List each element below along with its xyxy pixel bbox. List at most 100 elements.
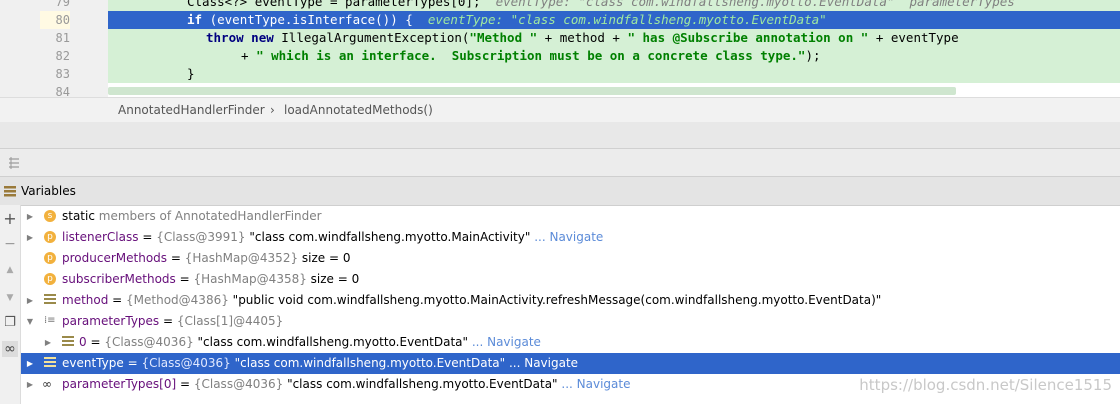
object-ref: {Class@3991} — [156, 230, 246, 244]
code-text: + eventType — [868, 30, 959, 45]
parameter-icon: p — [44, 273, 56, 285]
line-number: 84 — [55, 85, 70, 97]
breadcrumb-method[interactable]: loadAnnotatedMethods() — [284, 98, 433, 123]
line-number: 83 — [55, 67, 70, 81]
object-ref: {Class@4036} — [193, 377, 284, 391]
object-ref: {Class@4036} — [141, 356, 231, 370]
breadcrumb-class[interactable]: AnnotatedHandlerFinder — [118, 98, 265, 123]
code-text: Class<?> eventType = parameterTypes[0]; — [187, 0, 481, 9]
equals-sign: = — [176, 377, 194, 391]
expand-arrow-icon[interactable]: ▶ — [25, 374, 35, 395]
tree-row[interactable]: ▶ method = {Method@4386} "public void co… — [21, 290, 1120, 311]
code-line[interactable]: 81 throw new IllegalArgumentException("M… — [0, 29, 1120, 47]
watermark: https://blog.csdn.net/Silence1515 — [859, 376, 1112, 394]
copy-button[interactable]: ❐ — [2, 315, 18, 331]
code-editor[interactable]: 79 Class<?> eventType = parameterTypes[0… — [0, 0, 1120, 97]
breadcrumb-separator: › — [270, 103, 275, 117]
add-watch-button[interactable]: + — [2, 211, 18, 227]
remove-watch-button[interactable]: − — [2, 236, 18, 252]
variables-icon — [4, 186, 16, 197]
string-literal: " has @Subscribe annotation on " — [627, 30, 869, 45]
code-text: } — [187, 66, 195, 81]
equals-sign: = — [86, 335, 105, 349]
variable-name: parameterTypes[0] — [62, 377, 177, 391]
equals-sign: = — [167, 251, 185, 265]
variable-value: size = 0 — [306, 272, 360, 286]
panel-title: Variables — [21, 184, 76, 198]
navigate-link[interactable]: ... Navigate — [530, 230, 603, 244]
parameter-icon: p — [44, 252, 56, 264]
line-number: 80 — [40, 11, 70, 29]
equals-sign: = — [108, 293, 127, 307]
frames-icon[interactable] — [8, 157, 20, 169]
expand-arrow-icon[interactable]: ▶ — [25, 290, 35, 311]
equals-sign: = — [138, 230, 157, 244]
variable-name: parameterTypes — [62, 314, 160, 328]
variable-name: subscriberMethods — [62, 272, 176, 286]
object-ref: {Class[1]@4405} — [176, 314, 284, 328]
object-ref: {HashMap@4358} — [193, 272, 307, 286]
move-up-button[interactable]: ▲ — [2, 262, 18, 278]
line-number: 79 — [55, 0, 70, 9]
string-literal: "Method " — [469, 30, 538, 45]
field-icon — [44, 294, 56, 306]
variable-name: producerMethods — [62, 251, 168, 265]
object-ref: {HashMap@4352} — [184, 251, 299, 265]
tree-row-selected[interactable]: ▶ eventType = {Class@4036} "class com.wi… — [21, 353, 1120, 374]
variables-tree[interactable]: ▶ s static members of AnnotatedHandlerFi… — [21, 206, 1120, 404]
line-number: 82 — [55, 49, 70, 63]
keyword: throw — [206, 30, 244, 45]
tree-row-child[interactable]: ▶ 0 = {Class@4036} "class com.windfallsh… — [21, 332, 1120, 353]
navigate-link[interactable]: ... Navigate — [505, 356, 578, 370]
horizontal-scrollbar[interactable] — [108, 87, 956, 95]
variable-value: "class com.windfallsheng.myotto.MainActi… — [245, 230, 531, 244]
expand-arrow-icon[interactable]: ▶ — [25, 227, 35, 248]
expand-arrow-icon[interactable]: ▶ — [43, 332, 53, 353]
code-text: (eventType.isInterface()) { — [202, 12, 413, 27]
equals-sign: = — [175, 272, 194, 286]
parameter-icon: p — [44, 231, 56, 243]
line-number: 81 — [55, 31, 70, 45]
variable-value: "class com.windfallsheng.myotto.EventDat… — [193, 335, 469, 349]
expand-arrow-icon[interactable]: ▶ — [25, 206, 35, 227]
tree-row[interactable]: p producerMethods = {HashMap@4352} size … — [21, 248, 1120, 269]
code-line[interactable]: 83 } — [0, 65, 1120, 83]
tree-row-static[interactable]: ▶ s static members of AnnotatedHandlerFi… — [21, 206, 1120, 227]
code-line[interactable]: 82 + " which is an interface. Subscripti… — [0, 47, 1120, 65]
variable-name: method — [62, 293, 109, 307]
navigate-link[interactable]: ... Navigate — [468, 335, 541, 349]
array-icon: ⁞≡ — [44, 315, 56, 326]
equals-sign: = — [159, 314, 177, 328]
variable-name: 0 — [79, 335, 87, 349]
expand-arrow-icon[interactable]: ▶ — [25, 353, 35, 374]
debug-toolbar — [0, 148, 1120, 177]
tree-row[interactable]: p subscriberMethods = {HashMap@4358} siz… — [21, 269, 1120, 290]
show-watches-button[interactable]: ∞ — [2, 341, 18, 357]
breadcrumb: AnnotatedHandlerFinder › loadAnnotatedMe… — [0, 97, 1120, 123]
inline-value-hint: eventType: "class com.windfallsheng.myot… — [427, 12, 827, 27]
inline-value-hint: eventType: "class com.windfallsheng.myot… — [495, 0, 1015, 9]
variable-value: size = 0 — [298, 251, 351, 265]
object-ref: {Method@4386} — [126, 293, 229, 307]
row-text: members of AnnotatedHandlerFinder — [94, 209, 322, 223]
collapse-arrow-icon[interactable]: ▼ — [25, 311, 35, 332]
keyword: new — [251, 30, 274, 45]
variable-value: "class com.windfallsheng.myotto.EventDat… — [283, 377, 558, 391]
tree-row-expanded[interactable]: ▼ ⁞≡ parameterTypes = {Class[1]@4405} — [21, 311, 1120, 332]
keyword: if — [187, 12, 203, 27]
variable-value: "class com.windfallsheng.myotto.EventDat… — [230, 356, 506, 370]
variable-name: listenerClass — [62, 230, 139, 244]
code-text: IllegalArgumentException( — [273, 30, 470, 45]
navigate-link[interactable]: ... Navigate — [558, 377, 630, 391]
code-line-current[interactable]: 80 if (eventType.isInterface()) { eventT… — [0, 11, 1120, 29]
field-icon — [44, 357, 56, 369]
field-icon — [62, 336, 74, 348]
move-down-button[interactable]: ▼ — [2, 290, 18, 306]
tree-row[interactable]: ▶ p listenerClass = {Class@3991} "class … — [21, 227, 1120, 248]
code-line[interactable]: 79 Class<?> eventType = parameterTypes[0… — [0, 0, 1120, 11]
variable-value: "public void com.windfallsheng.myotto.Ma… — [228, 293, 882, 307]
watch-icon: ∞ — [42, 377, 52, 391]
object-ref: {Class@4036} — [104, 335, 194, 349]
variables-panel-header: Variables — [0, 176, 1120, 206]
code-text: ); — [805, 48, 821, 63]
